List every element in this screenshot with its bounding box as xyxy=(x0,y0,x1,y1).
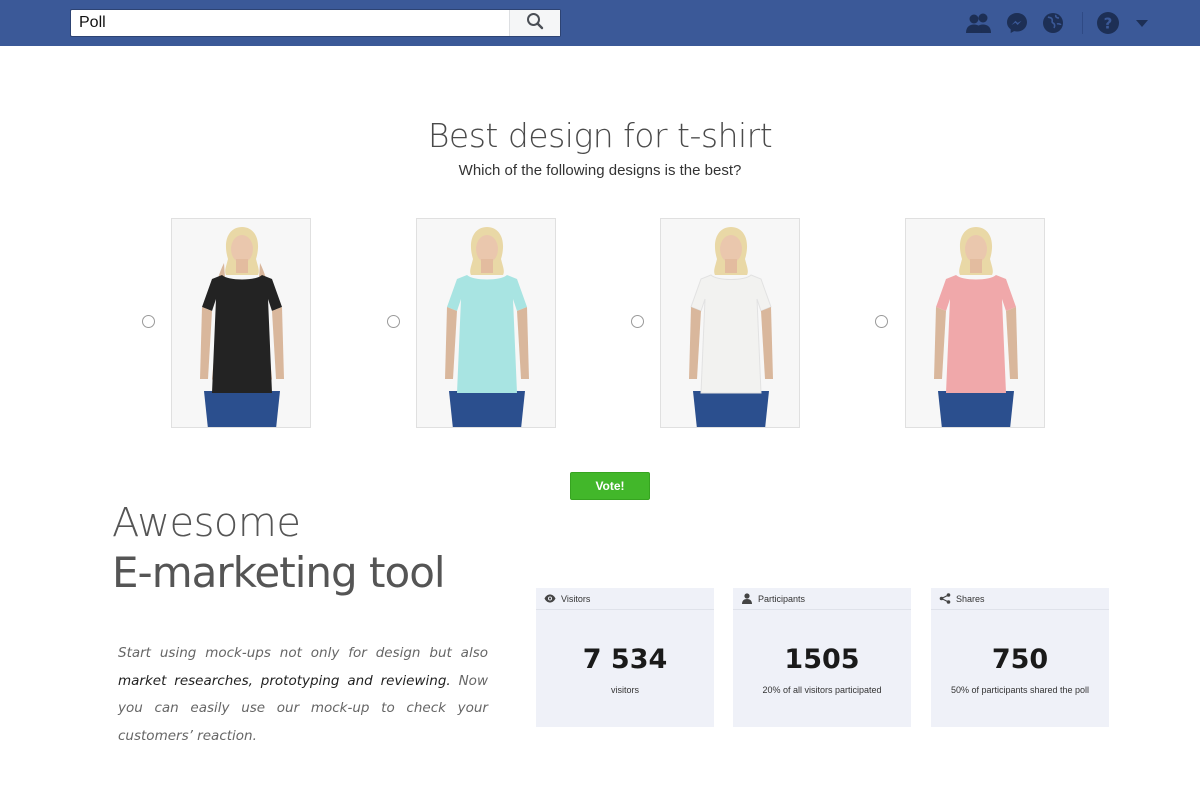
stat-card-header: Shares xyxy=(931,588,1109,610)
share-icon xyxy=(939,593,951,605)
friend-requests-icon[interactable] xyxy=(966,10,992,36)
stat-value: 7 534 xyxy=(582,644,668,675)
stat-card-visitors: Visitors 7 534 visitors xyxy=(536,588,714,727)
stat-card-header: Participants xyxy=(733,588,911,610)
option-radio-4[interactable] xyxy=(875,315,888,328)
vote-button[interactable]: Vote! xyxy=(570,472,650,500)
stat-note: 20% of all visitors participated xyxy=(762,685,882,695)
model-photo-4 xyxy=(934,227,1018,427)
person-icon xyxy=(741,593,753,605)
option-image-4[interactable] xyxy=(905,218,1045,428)
stat-label: Visitors xyxy=(561,593,591,604)
option-radio-1[interactable] xyxy=(142,315,155,328)
search-icon xyxy=(526,12,544,35)
account-menu-caret-icon[interactable] xyxy=(1129,10,1155,36)
stat-label: Participants xyxy=(758,593,806,604)
option-image-3[interactable] xyxy=(660,218,800,428)
stat-card-participants: Participants 1505 20% of all visitors pa… xyxy=(733,588,911,727)
promo-desc-highlight: market researches, prototyping and revie… xyxy=(118,672,451,689)
option-radio-3[interactable] xyxy=(631,315,644,328)
stat-card-shares: Shares 750 50% of participants shared th… xyxy=(931,588,1109,727)
stat-note: 50% of participants shared the poll xyxy=(950,685,1090,695)
globe-icon[interactable] xyxy=(1040,10,1066,36)
svg-text:?: ? xyxy=(1104,15,1113,33)
stat-note: visitors xyxy=(610,685,639,695)
search-button[interactable] xyxy=(509,10,560,36)
model-photo-3 xyxy=(689,227,773,427)
promo-desc-part1: Start using mock-ups not only for design… xyxy=(118,645,488,661)
model-photo-1 xyxy=(200,227,284,427)
option-image-2[interactable] xyxy=(416,218,556,428)
messenger-icon[interactable] xyxy=(1004,10,1030,36)
stat-value: 1505 xyxy=(784,644,860,675)
poll-subtitle: Which of the following designs is the be… xyxy=(458,162,742,179)
option-radio-2[interactable] xyxy=(387,315,400,328)
promo-heading-line1: Awesome xyxy=(112,500,301,546)
stat-card-header: Visitors xyxy=(536,588,714,610)
promo-description: Start using mock-ups not only for design… xyxy=(118,640,488,750)
stat-value: 750 xyxy=(991,644,1049,675)
promo-heading-line2: E-marketing tool xyxy=(112,548,446,597)
option-image-1[interactable] xyxy=(171,218,311,428)
poll-title: Best design for t-shirt xyxy=(427,116,773,155)
search-box xyxy=(70,9,561,37)
help-icon[interactable]: ? xyxy=(1095,10,1121,36)
search-input[interactable] xyxy=(71,10,509,36)
eye-icon xyxy=(544,593,556,605)
top-bar: ? xyxy=(0,0,1200,46)
nav-separator xyxy=(1082,12,1083,34)
stat-label: Shares xyxy=(956,593,985,604)
model-photo-2 xyxy=(445,227,529,427)
